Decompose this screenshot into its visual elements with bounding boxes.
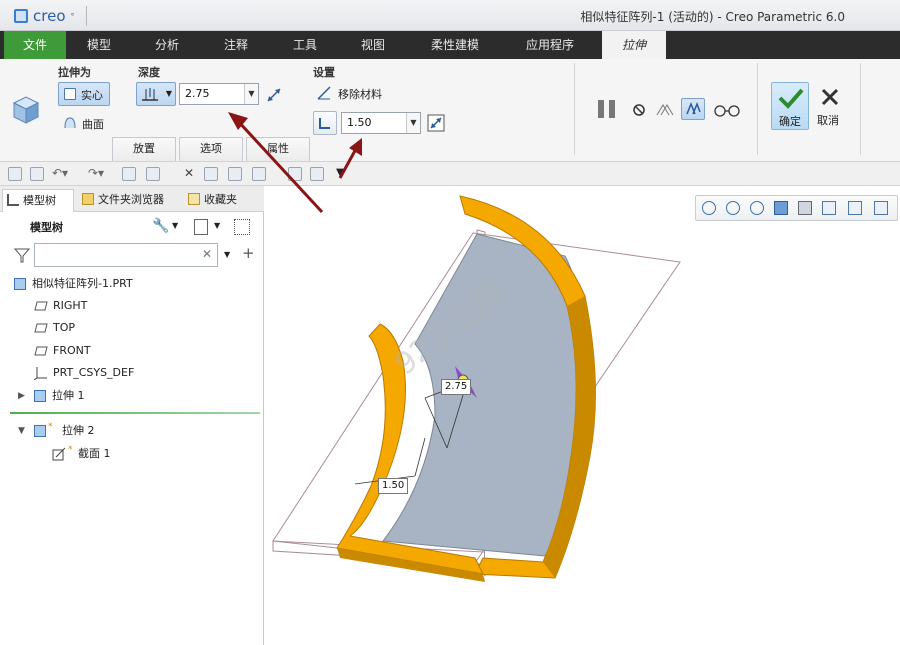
annotation-arrows [228, 112, 362, 214]
arrow-head-thickness [349, 138, 362, 156]
